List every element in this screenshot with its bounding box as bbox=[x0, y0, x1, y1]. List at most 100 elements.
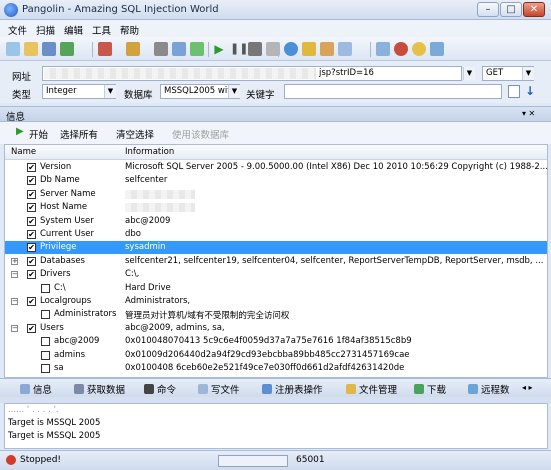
checkbox[interactable]: ✔ bbox=[27, 243, 36, 253]
collapse-icon[interactable]: − bbox=[11, 271, 18, 279]
open-icon[interactable] bbox=[24, 42, 38, 56]
wrench-icon[interactable] bbox=[154, 42, 168, 56]
checkbox[interactable] bbox=[41, 337, 50, 347]
tree-row[interactable]: ✔ Version Microsoft SQL Server 2005 - 9.00… bbox=[5, 161, 547, 174]
checkbox[interactable]: ✔ bbox=[27, 203, 36, 213]
checkbox[interactable]: ✔ bbox=[27, 189, 36, 199]
calendar-icon[interactable] bbox=[508, 85, 520, 98]
key-icon[interactable] bbox=[302, 42, 316, 56]
use-database-button[interactable]: 使用该数据库 bbox=[172, 127, 229, 141]
tab-write-file[interactable]: 写文件 bbox=[198, 382, 240, 396]
search-icon[interactable] bbox=[338, 42, 352, 56]
tree-row[interactable]: − ✔ Drivers C:\, bbox=[5, 268, 547, 281]
menu-scan[interactable]: 扫描 bbox=[36, 23, 55, 37]
play-icon: ▶ bbox=[16, 126, 24, 137]
tab-get-data[interactable]: 获取数据 bbox=[74, 382, 125, 396]
tree-row[interactable]: ✔ Db Name selfcenter bbox=[5, 174, 547, 187]
type-dropdown-icon[interactable]: ▼ bbox=[104, 85, 116, 98]
tools-icon[interactable] bbox=[126, 42, 140, 56]
menu-tools[interactable]: 工具 bbox=[92, 23, 111, 37]
checkbox[interactable]: ✔ bbox=[27, 256, 36, 266]
bulb-icon[interactable] bbox=[412, 42, 426, 56]
toolbar: ▶ ❚❚ bbox=[0, 37, 551, 61]
url-input[interactable]: jsp?strID=16 bbox=[42, 66, 462, 81]
checkbox[interactable]: ✔ bbox=[27, 163, 36, 172]
tab-remote[interactable]: 远程数 bbox=[468, 382, 510, 396]
tree-row[interactable]: admins 0x01009d206440d2a94f29cd93ebcbba89… bbox=[5, 349, 547, 362]
column-information[interactable]: Information bbox=[125, 147, 174, 157]
checkbox[interactable] bbox=[41, 310, 50, 320]
info-toolbar: ▶ 开始 选择所有 清空选择 使用该数据库 bbox=[0, 122, 551, 144]
tab-file-manager[interactable]: 文件管理 bbox=[346, 382, 397, 396]
panel-pin-close[interactable]: ▾ ✕ bbox=[522, 109, 535, 118]
edit-icon[interactable] bbox=[320, 42, 334, 56]
checkbox[interactable]: ✔ bbox=[27, 216, 36, 226]
tree-row[interactable]: ✔ Privilege sysadmin bbox=[5, 241, 547, 255]
tab-command[interactable]: 命令 bbox=[144, 382, 176, 396]
arrow-down-icon[interactable]: ↓ bbox=[525, 84, 535, 98]
menu-file[interactable]: 文件 bbox=[8, 23, 27, 37]
tab-registry[interactable]: 注册表操作 bbox=[262, 382, 323, 396]
tree-row[interactable]: ✔ System User abc@2009 bbox=[5, 215, 547, 228]
options-icon[interactable] bbox=[430, 42, 444, 56]
checkbox[interactable]: ✔ bbox=[27, 176, 36, 186]
tab-scroll-arrows[interactable]: ◂ ▸ bbox=[522, 383, 533, 392]
tree-row[interactable]: ✔ Current User dbo bbox=[5, 228, 547, 241]
tab-info[interactable]: 信息 bbox=[20, 382, 52, 396]
minimize-button[interactable]: – bbox=[477, 2, 499, 17]
tab-download[interactable]: 下载 bbox=[414, 382, 446, 396]
checkbox[interactable]: ✔ bbox=[27, 297, 36, 306]
progress-bar bbox=[218, 455, 288, 467]
home-icon[interactable] bbox=[376, 42, 390, 56]
checkbox[interactable] bbox=[41, 364, 50, 373]
checkbox[interactable]: ✔ bbox=[27, 270, 36, 280]
stop-icon[interactable] bbox=[248, 42, 262, 56]
tree-row[interactable]: abc@2009 0x010048070413 5c9c6e4f0059d37a7… bbox=[5, 335, 547, 348]
export-icon[interactable] bbox=[60, 42, 74, 56]
menu-help[interactable]: 帮助 bbox=[120, 23, 139, 37]
method-dropdown-icon[interactable]: ▼ bbox=[522, 67, 534, 80]
play-icon[interactable]: ▶ bbox=[212, 42, 226, 56]
pause-icon[interactable]: ❚❚ bbox=[230, 42, 248, 56]
help-icon[interactable] bbox=[284, 42, 298, 56]
log-line: ...... ' . . . . '. bbox=[8, 405, 59, 415]
column-name[interactable]: Name bbox=[11, 147, 36, 157]
checkbox[interactable]: ✔ bbox=[27, 230, 36, 239]
checkbox[interactable] bbox=[41, 350, 50, 360]
tree-row[interactable]: − ✔ Localgroups Administrators, bbox=[5, 295, 547, 308]
chart-icon[interactable] bbox=[190, 42, 204, 56]
page-icon[interactable] bbox=[172, 42, 186, 56]
row-name: System User bbox=[40, 215, 94, 226]
url-dropdown-icon[interactable]: ▼ bbox=[463, 67, 475, 80]
tree-row[interactable]: C:\ Hard Drive bbox=[5, 282, 547, 295]
tree-row[interactable]: ✔ Server Name bbox=[5, 188, 547, 201]
new-icon[interactable] bbox=[6, 42, 20, 56]
expand-icon[interactable]: + bbox=[11, 257, 18, 265]
info-icon bbox=[20, 384, 30, 394]
clear-selection-button[interactable]: 清空选择 bbox=[116, 127, 154, 141]
close-button[interactable]: ✕ bbox=[523, 2, 545, 17]
start-button[interactable]: 开始 bbox=[29, 127, 48, 141]
tree-row[interactable]: − ✔ Users abc@2009, admins, sa, bbox=[5, 322, 547, 335]
toolbar-separator bbox=[92, 42, 93, 57]
maximize-button[interactable]: □ bbox=[500, 2, 522, 17]
menu-edit[interactable]: 编辑 bbox=[64, 23, 83, 37]
collapse-icon[interactable]: − bbox=[11, 324, 18, 332]
tree-row[interactable]: ✔ Host Name bbox=[5, 201, 547, 214]
row-information: 0x010048070413 5c9c6e4f0059d37a7a75e7616… bbox=[125, 336, 412, 347]
tree-row[interactable]: sa 0x0100408 6ceb60e2e521f49ce7e030ff0d66… bbox=[5, 362, 547, 375]
tab-label: 获取数据 bbox=[87, 385, 126, 396]
collapse-icon[interactable]: − bbox=[11, 298, 18, 305]
database-dropdown-icon[interactable]: ▼ bbox=[228, 85, 240, 98]
tree-row[interactable]: + ✔ Databases selfcenter21, selfcenter19, s… bbox=[5, 255, 547, 268]
row-information: Hard Drive bbox=[125, 282, 171, 293]
save-icon[interactable] bbox=[42, 42, 56, 56]
record-icon[interactable] bbox=[394, 42, 408, 56]
checkbox[interactable]: ✔ bbox=[27, 323, 36, 333]
select-all-button[interactable]: 选择所有 bbox=[60, 127, 98, 141]
url-value: jsp?strID=16 bbox=[319, 68, 374, 78]
checkbox[interactable] bbox=[41, 283, 50, 293]
settings-icon[interactable] bbox=[98, 42, 112, 56]
tree-row[interactable]: Administrators 管理员对计算机/域有不受限制的完全访问权 bbox=[5, 308, 547, 321]
keyword-input[interactable] bbox=[284, 84, 502, 99]
